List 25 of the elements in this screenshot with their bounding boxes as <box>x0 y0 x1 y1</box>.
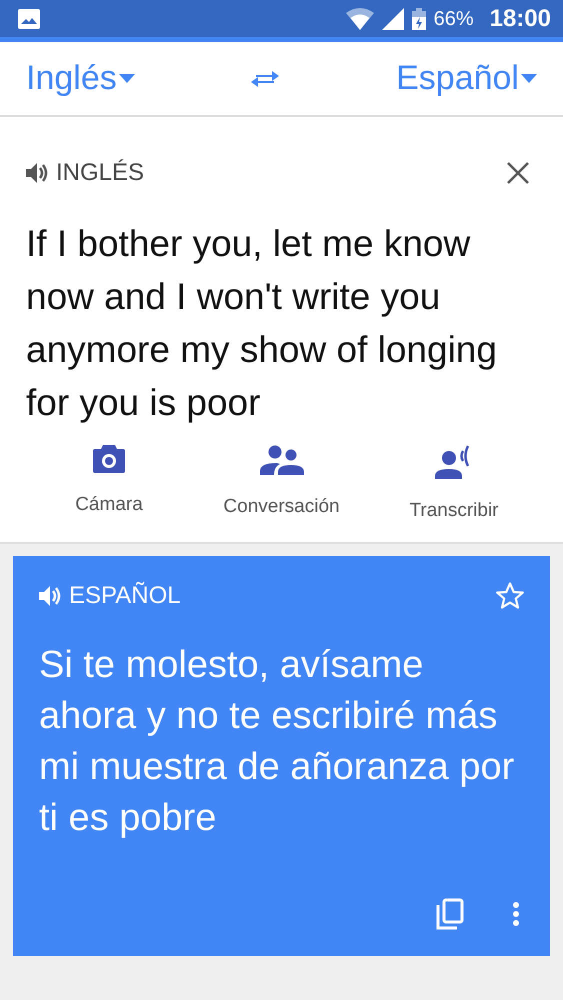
camera-icon <box>93 445 125 473</box>
camera-button[interactable]: Cámara <box>24 445 194 526</box>
translated-text: Si te molesto, avísame ahora y no te escribiré más mi muestra de añoranza por ti es pobre <box>39 642 516 840</box>
copy-button[interactable] <box>436 898 464 930</box>
signal-icon <box>382 8 404 30</box>
battery-percentage: 66% <box>434 6 474 32</box>
wifi-icon <box>346 8 374 30</box>
caret-icon <box>520 74 537 83</box>
source-language-dropdown[interactable]: Inglés <box>26 53 135 104</box>
clock: 18:00 <box>490 4 551 34</box>
transcribe-button[interactable]: Transcribir <box>369 445 539 526</box>
speaker-icon[interactable] <box>26 163 50 183</box>
source-language-label: INGLÉS <box>56 158 144 188</box>
speaker-icon[interactable] <box>39 586 63 606</box>
target-language-dropdown[interactable]: Español <box>396 53 537 104</box>
more-options-button[interactable] <box>512 900 520 926</box>
close-button[interactable] <box>507 162 529 184</box>
conversation-button[interactable]: Conversación <box>196 445 366 526</box>
source-text[interactable]: If I bother you, let me know now and I won't write you anymore my show of longing for you is poor <box>26 217 537 429</box>
star-button[interactable] <box>496 582 524 609</box>
caret-icon <box>118 74 135 83</box>
image-icon <box>18 8 40 28</box>
target-language-label: ESPAÑOL <box>69 580 181 610</box>
people-icon <box>260 445 304 475</box>
battery-icon <box>412 8 426 30</box>
